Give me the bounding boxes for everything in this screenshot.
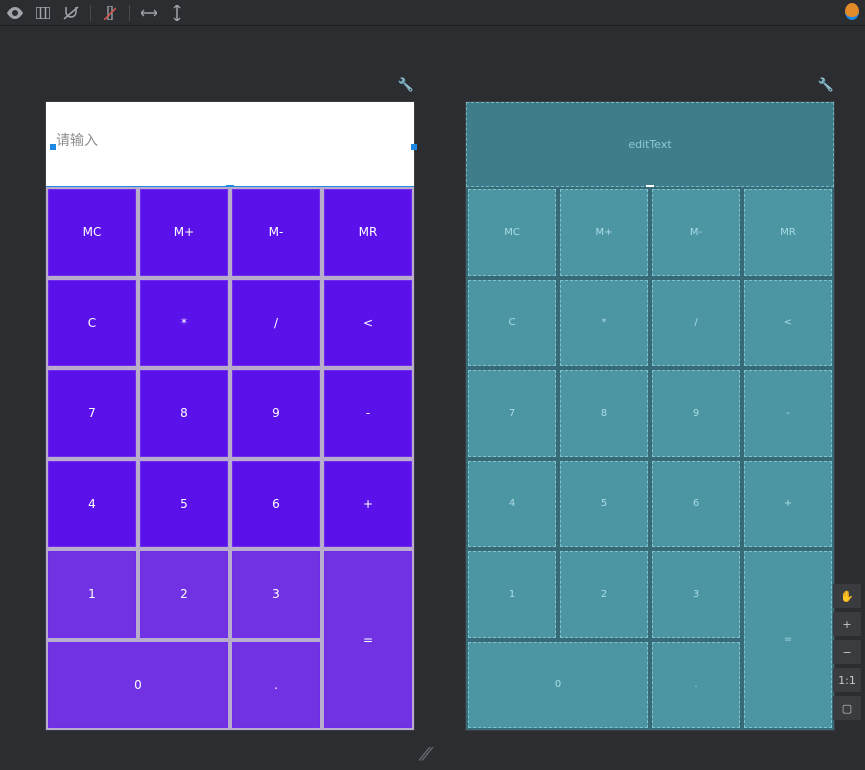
button-plus[interactable]: + (324, 461, 412, 548)
zoom-tool-strip: ✋ + − 1:1 ▢ (833, 584, 861, 720)
bp-button-5[interactable]: 5 (560, 461, 648, 548)
bp-button-9[interactable]: 9 (652, 370, 740, 457)
ide-toolbar (0, 0, 865, 26)
button-equals[interactable]: = (324, 551, 412, 728)
bp-button-mr[interactable]: MR (744, 189, 832, 276)
bp-button-div[interactable]: / (652, 280, 740, 367)
button-mult[interactable]: * (140, 280, 228, 367)
clear-constraints-icon[interactable] (101, 4, 119, 22)
bp-button-6[interactable]: 6 (652, 461, 740, 548)
bp-button-plus[interactable]: + (744, 461, 832, 548)
button-c[interactable]: C (48, 280, 136, 367)
bp-button-4[interactable]: 4 (468, 461, 556, 548)
button-mr[interactable]: MR (324, 189, 412, 276)
bp-button-mult[interactable]: * (560, 280, 648, 367)
bp-button-1[interactable]: 1 (468, 551, 556, 638)
pan-button[interactable]: ✋ (833, 584, 861, 608)
blueprint-surface: 🔧 editText MC M+ M- MR C * / < 7 8 9 - 4… (465, 101, 835, 731)
expand-horiz-icon[interactable] (140, 4, 158, 22)
edit-text-hint: 请输入 (56, 130, 98, 150)
button-mplus[interactable]: M+ (140, 189, 228, 276)
zoom-in-button[interactable]: + (833, 612, 861, 636)
button-4[interactable]: 4 (48, 461, 136, 548)
bp-button-dot[interactable]: . (652, 642, 740, 729)
calculator-grid: MC M+ M- MR C * / < 7 8 9 - 4 5 6 + 1 2 … (46, 187, 414, 730)
zoom-out-button[interactable]: − (833, 640, 861, 664)
button-mminus[interactable]: M- (232, 189, 320, 276)
bp-button-mplus[interactable]: M+ (560, 189, 648, 276)
button-back[interactable]: < (324, 280, 412, 367)
layout-columns-icon[interactable] (34, 4, 52, 22)
bp-button-0[interactable]: 0 (468, 642, 648, 729)
bp-button-2[interactable]: 2 (560, 551, 648, 638)
warnings-indicator-icon[interactable] (845, 3, 859, 20)
bp-button-c[interactable]: C (468, 280, 556, 367)
button-5[interactable]: 5 (140, 461, 228, 548)
button-6[interactable]: 6 (232, 461, 320, 548)
edit-text[interactable]: 请输入 (46, 102, 414, 187)
button-div[interactable]: / (232, 280, 320, 367)
bp-button-mminus[interactable]: M- (652, 189, 740, 276)
button-3[interactable]: 3 (232, 551, 320, 638)
bp-button-minus[interactable]: - (744, 370, 832, 457)
zoom-oneone-button[interactable]: 1:1 (833, 668, 861, 692)
wrench-icon[interactable]: 🔧 (818, 78, 834, 93)
blueprint-edit-text[interactable]: editText (466, 102, 834, 187)
bp-button-back[interactable]: < (744, 280, 832, 367)
no-magnet-icon[interactable] (62, 4, 80, 22)
panel-resize-handle-icon[interactable]: ⁄⁄ (423, 744, 429, 765)
bp-button-equals[interactable]: = (744, 551, 832, 728)
button-mc[interactable]: MC (48, 189, 136, 276)
expand-vert-icon[interactable] (168, 4, 186, 22)
blueprint-edit-text-hint: editText (628, 138, 671, 151)
button-1[interactable]: 1 (48, 551, 136, 638)
toolbar-separator-1 (90, 5, 91, 21)
button-2[interactable]: 2 (140, 551, 228, 638)
zoom-fit-button[interactable]: ▢ (833, 696, 861, 720)
selection-handle-right[interactable] (411, 144, 417, 150)
button-8[interactable]: 8 (140, 370, 228, 457)
selection-handle-left[interactable] (50, 144, 56, 150)
toolbar-separator-2 (129, 5, 130, 21)
design-surface: 🔧 请输入 MC M+ M- MR C * / < 7 8 9 - 4 5 6 … (45, 101, 415, 731)
button-dot[interactable]: . (232, 642, 320, 729)
eye-icon[interactable] (6, 4, 24, 22)
layout-editor-canvas: 🔧 请输入 MC M+ M- MR C * / < 7 8 9 - 4 5 6 … (0, 26, 865, 770)
bp-button-3[interactable]: 3 (652, 551, 740, 638)
wrench-icon[interactable]: 🔧 (398, 78, 414, 93)
button-0[interactable]: 0 (48, 642, 228, 729)
blueprint-grid: MC M+ M- MR C * / < 7 8 9 - 4 5 6 + 1 2 … (466, 187, 834, 730)
bp-button-mc[interactable]: MC (468, 189, 556, 276)
bp-button-7[interactable]: 7 (468, 370, 556, 457)
button-7[interactable]: 7 (48, 370, 136, 457)
button-9[interactable]: 9 (232, 370, 320, 457)
bp-button-8[interactable]: 8 (560, 370, 648, 457)
button-minus[interactable]: - (324, 370, 412, 457)
